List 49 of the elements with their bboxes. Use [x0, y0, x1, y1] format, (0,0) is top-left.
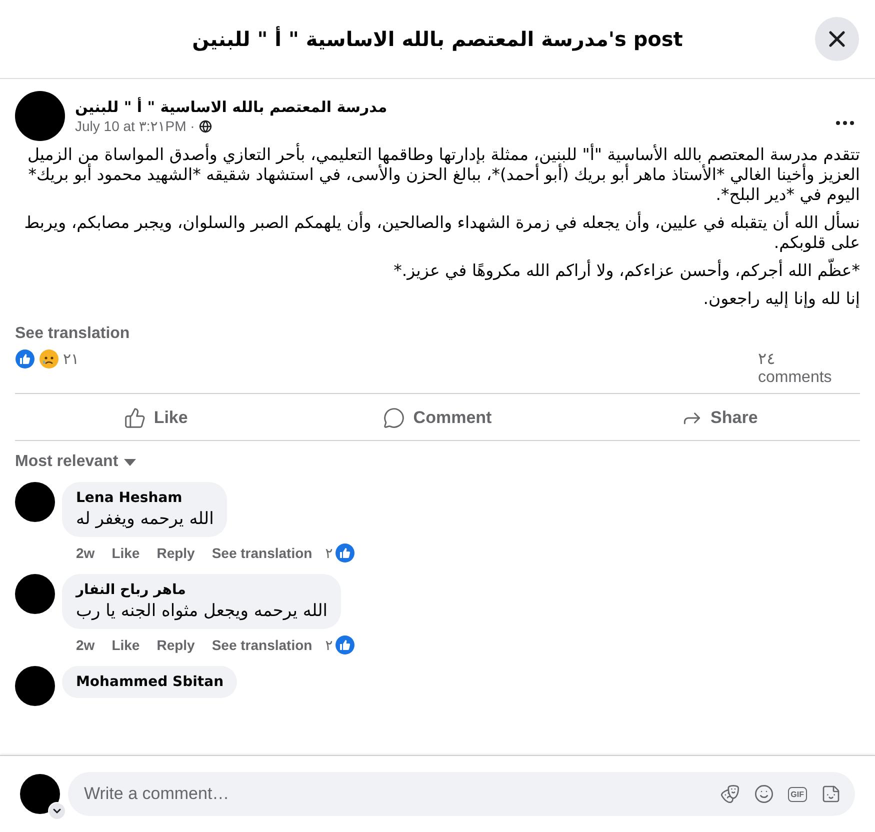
- comment-like-count: ٢: [325, 544, 333, 562]
- post-time[interactable]: July 10 at ٣:٢١PM ·: [75, 118, 195, 134]
- comment-text: الله يرحمه ويغفر له: [76, 509, 214, 529]
- post-paragraph: نسأل الله أن يتقبله في عليين، وأن يجعله في زمرة الشهداء والصالحين، وأن يلهمكم الصبر والسلوان، ويجبر مصابكم، ويربط على قلوبكم.: [23, 213, 860, 253]
- post-paragraph: تتقدم مدرسة المعتصم بالله الأساسية "أ" للبنين، ممثلة بإدارتها وطاقمها التعليمي، بأحر التعازي وأصدق المواساة من الزميل العزيز وأخينا الغالي *الأستاذ ماهر أبو بريك (أبو أحمد)*، ببالغ الحزن والأسى، في استشهاد شقيقه *الشهيد محمود أبو بريك* اليوم في *دير البلح*.: [26, 145, 860, 205]
- thumbs-up-icon: [124, 407, 146, 429]
- sticker-icon[interactable]: [821, 784, 841, 804]
- share-button[interactable]: Share: [578, 398, 860, 438]
- commenter-name[interactable]: ماهر رباح النفار: [76, 582, 328, 598]
- globe-icon: [198, 120, 212, 132]
- more-icon: [836, 121, 854, 125]
- comment-count[interactable]: ٢٤ comments: [758, 349, 853, 387]
- close-button[interactable]: [815, 17, 859, 61]
- comment-button[interactable]: Comment: [296, 398, 578, 438]
- avatar-sticker-icon[interactable]: [720, 784, 740, 804]
- comment-like-link[interactable]: Like: [112, 637, 140, 653]
- like-reaction-icon: [334, 543, 355, 563]
- commenter-name[interactable]: Lena Hesham: [76, 490, 214, 506]
- account-switch-button[interactable]: [48, 802, 66, 820]
- author-name[interactable]: مدرسة المعتصم بالله الاساسية " أ " للبنين: [75, 98, 820, 116]
- comment-time[interactable]: 2w: [76, 545, 95, 561]
- comment-field[interactable]: Write a comment… GIF: [68, 772, 855, 816]
- reply-link[interactable]: Reply: [156, 637, 195, 653]
- user-avatar: [20, 774, 60, 814]
- sad-reaction-icon: [39, 349, 59, 369]
- like-button[interactable]: Like: [15, 398, 297, 438]
- comment-time[interactable]: 2w: [76, 637, 95, 653]
- reply-link[interactable]: Reply: [156, 545, 195, 561]
- like-reaction-icon: [334, 635, 355, 655]
- reaction-count[interactable]: ٢١: [63, 350, 80, 368]
- comment-like-count: ٢: [325, 636, 333, 654]
- gif-button[interactable]: GIF: [788, 786, 807, 802]
- comment-icon: [383, 407, 406, 429]
- commenter-avatar: [15, 482, 55, 522]
- caret-icon: [124, 458, 136, 466]
- comment-text: الله يرحمه ويجعل مثواه الجنه يا رب: [76, 601, 328, 621]
- see-translation-link[interactable]: See translation: [212, 545, 312, 561]
- emoji-icon[interactable]: [754, 784, 774, 804]
- like-reaction-icon: [15, 349, 35, 369]
- sort-dropdown[interactable]: Most relevant: [15, 453, 136, 471]
- see-translation-link[interactable]: See translation: [212, 637, 312, 653]
- see-translation-link[interactable]: See translation: [15, 325, 130, 343]
- dialog-title: مدرسة المعتصم بالله الاساسية " أ " للبنين's post: [192, 27, 683, 51]
- page-avatar: [15, 91, 65, 141]
- comment-like-link[interactable]: Like: [112, 545, 140, 561]
- commenter-avatar: [15, 574, 55, 614]
- commenter-avatar: [15, 666, 55, 706]
- post-paragraph: إنا لله وإنا إليه راجعون.: [702, 289, 860, 309]
- commenter-name[interactable]: Mohammed Sbitan: [76, 674, 224, 690]
